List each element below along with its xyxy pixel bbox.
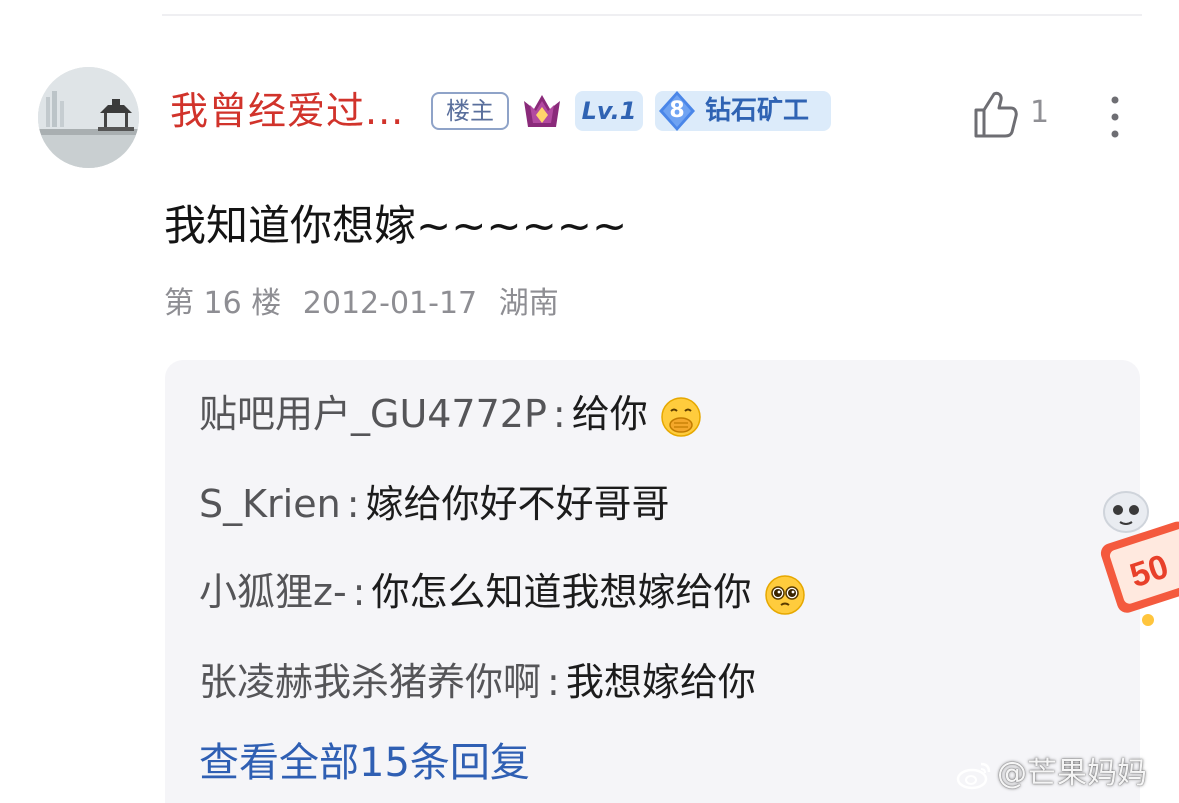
post-content: 我知道你想嫁~~~~~~ xyxy=(164,201,628,250)
cover-mouth-emoji-icon xyxy=(660,396,701,437)
reply-text: 你怎么知道我想嫁给你 xyxy=(371,570,752,614)
rank-label: 钻石矿工 xyxy=(705,96,810,126)
rank-badge: 8 钻石矿工 xyxy=(655,91,831,131)
reply-author[interactable]: 贴吧用户_GU4772P xyxy=(199,392,547,436)
reply-separator: : xyxy=(552,392,566,436)
post-location: 湖南 xyxy=(498,286,559,321)
watermark-text: @芒果妈妈 xyxy=(997,756,1147,791)
reply-text: 我想嫁给你 xyxy=(565,660,756,704)
reply-text: 给你 xyxy=(571,392,648,436)
post-comment-screen: 我曾经爱过... 楼主 Lv.1 8 钻石矿工 1 我知道你想嫁~~~~~~ 第… xyxy=(0,0,1179,803)
username[interactable]: 我曾经爱过... xyxy=(170,88,404,134)
thumbs-up-icon[interactable] xyxy=(970,88,1018,140)
reply-author[interactable]: 张凌赫我杀猪养你啊 xyxy=(199,660,541,704)
owner-badge: 楼主 xyxy=(431,92,509,130)
rank-number: 8 xyxy=(669,98,685,123)
reply-separator: : xyxy=(547,660,560,704)
reply-separator: : xyxy=(346,482,360,526)
reply-separator: : xyxy=(352,570,366,614)
replies-panel: 贴吧用户_GU4772P: 给你 S_Krien: 嫁给你好不好哥哥 小狐狸z-: 你… xyxy=(165,360,1140,803)
post-meta: 第 16 楼 2012-01-17 湖南 xyxy=(164,282,571,326)
reply-item[interactable]: 张凌赫我杀猪养你啊: 我想嫁给你 xyxy=(199,656,756,708)
reply-item[interactable]: 小狐狸z-: 你怎么知道我想嫁给你 xyxy=(199,566,806,618)
divider xyxy=(162,14,1142,16)
pleading-face-emoji-icon xyxy=(764,574,805,615)
post-date: 2012-01-17 xyxy=(302,286,478,321)
crown-icon xyxy=(524,95,560,127)
floor-number: 第 16 楼 xyxy=(164,286,282,321)
reply-text: 嫁给你好不好哥哥 xyxy=(365,482,670,526)
avatar[interactable] xyxy=(38,67,139,168)
reply-author[interactable]: 小狐狸z- xyxy=(199,570,347,614)
red-packet-float-icon[interactable]: 50 xyxy=(1090,470,1179,630)
like-count: 1 xyxy=(1030,95,1050,130)
weibo-icon xyxy=(956,762,991,789)
avatar-landscape-image xyxy=(38,67,139,168)
view-all-replies-link[interactable]: 查看全部15条回复 xyxy=(199,736,530,790)
reply-item[interactable]: 贴吧用户_GU4772P: 给你 xyxy=(199,388,702,440)
level-badge: Lv.1 xyxy=(575,91,643,131)
more-options-icon[interactable] xyxy=(1100,94,1130,140)
reply-author[interactable]: S_Krien xyxy=(199,482,341,526)
reply-item[interactable]: S_Krien: 嫁给你好不好哥哥 xyxy=(199,478,670,530)
watermark: @芒果妈妈 xyxy=(955,752,1147,796)
